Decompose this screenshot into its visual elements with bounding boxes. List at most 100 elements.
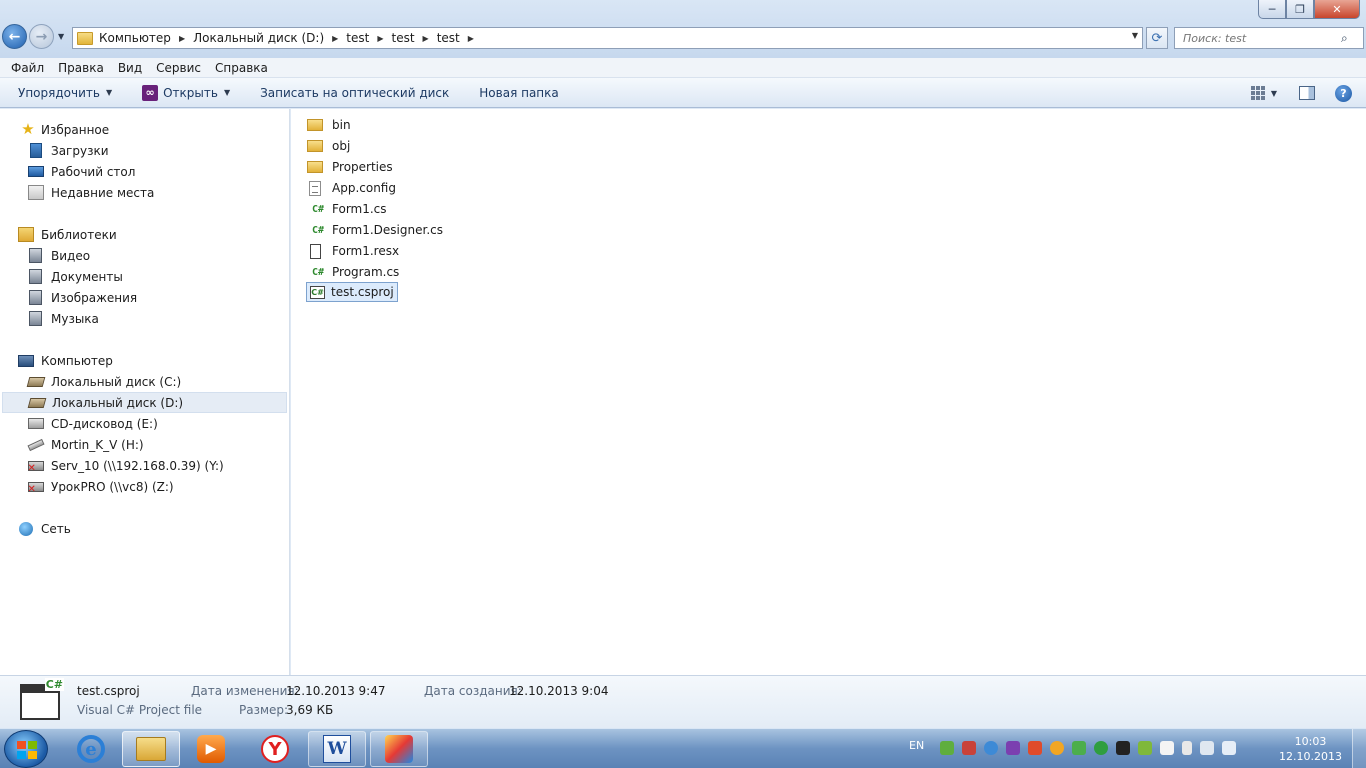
nav-network-drive-y[interactable]: Serv_10 (\\192.168.0.39) (Y:) — [0, 455, 289, 476]
breadcrumb-separator-icon[interactable]: ▶ — [179, 34, 185, 43]
nav-libraries[interactable]: Библиотеки — [0, 224, 289, 245]
new-folder-button[interactable]: Новая папка — [479, 86, 558, 100]
taskbar-internet-explorer[interactable]: e — [62, 731, 120, 767]
list-item[interactable]: Properties — [307, 157, 396, 177]
taskbar-paint[interactable] — [370, 731, 428, 767]
search-input[interactable] — [1175, 31, 1335, 45]
taskbar-media-player[interactable]: ▶ — [182, 731, 240, 767]
minimize-button[interactable]: ─ — [1258, 0, 1286, 19]
start-button[interactable] — [4, 730, 48, 768]
tray-monitor-icon[interactable] — [1116, 741, 1130, 755]
close-button[interactable]: ✕ — [1314, 0, 1360, 19]
view-options-chevron-icon[interactable]: ▼ — [1271, 89, 1277, 98]
video-library-icon — [29, 248, 42, 263]
nav-network[interactable]: Сеть — [0, 518, 289, 539]
taskbar-yandex-browser[interactable]: Y — [246, 731, 304, 767]
refresh-button[interactable]: ⟳ — [1146, 27, 1168, 49]
forward-button[interactable]: → — [29, 24, 54, 49]
csproj-file-icon: C# — [310, 285, 325, 299]
menu-help[interactable]: Справка — [208, 61, 275, 75]
tray-signal-icon[interactable] — [1200, 741, 1214, 755]
menu-file[interactable]: Файл — [4, 61, 51, 75]
help-icon[interactable]: ? — [1335, 84, 1352, 102]
computer-icon — [17, 354, 34, 367]
tray-battery-icon[interactable] — [1182, 741, 1192, 755]
navigation-buttons: ← → ▼ — [2, 24, 64, 49]
nav-recent-places[interactable]: Недавние места — [0, 182, 289, 203]
search-box[interactable]: ⌕ — [1174, 27, 1364, 49]
nav-usb-drive-h[interactable]: Mortin_K_V (H:) — [0, 434, 289, 455]
nav-favorites[interactable]: ★ Избранное — [0, 119, 289, 140]
recent-pages-dropdown[interactable]: ▼ — [58, 32, 64, 41]
tray-volume-icon[interactable] — [1222, 741, 1236, 755]
menu-tools[interactable]: Сервис — [149, 61, 208, 75]
computer-group: Компьютер Локальный диск (C:) Локальный … — [0, 350, 289, 497]
list-item-selected[interactable]: C# test.csproj — [306, 282, 398, 302]
nav-label: Serv_10 (\\192.168.0.39) (Y:) — [51, 458, 224, 473]
clock[interactable]: 10:03 12.10.2013 — [1279, 734, 1342, 764]
breadcrumb-computer[interactable]: Компьютер — [99, 31, 171, 45]
nav-network-drive-z[interactable]: УрокPRO (\\vc8) (Z:) — [0, 476, 289, 497]
nav-music[interactable]: Музыка — [0, 308, 289, 329]
maximize-button[interactable]: ❐ — [1286, 0, 1314, 19]
tray-check-icon[interactable] — [1138, 741, 1152, 755]
nav-drive-c[interactable]: Локальный диск (C:) — [0, 371, 289, 392]
breadcrumb-separator-icon[interactable]: ▶ — [332, 34, 338, 43]
nav-desktop[interactable]: Рабочий стол — [0, 161, 289, 182]
taskbar-explorer[interactable] — [122, 731, 180, 767]
nav-pictures[interactable]: Изображения — [0, 287, 289, 308]
tray-app-icon[interactable] — [1072, 741, 1086, 755]
menu-view[interactable]: Вид — [111, 61, 149, 75]
breadcrumb-separator-icon[interactable]: ▶ — [468, 34, 474, 43]
tray-app-icon[interactable] — [1028, 741, 1042, 755]
hard-drive-icon — [27, 397, 46, 408]
change-view-icon[interactable] — [1250, 86, 1267, 100]
breadcrumb-test-3[interactable]: test — [437, 31, 460, 45]
list-item[interactable]: bin — [307, 115, 354, 135]
list-item[interactable]: C# Program.cs — [307, 262, 402, 282]
nav-drive-d[interactable]: Локальный диск (D:) — [2, 392, 287, 413]
preview-pane-icon[interactable] — [1299, 86, 1315, 100]
csharp-file-icon: C# — [311, 266, 325, 278]
breadcrumb-separator-icon[interactable]: ▶ — [377, 34, 383, 43]
details-created-value[interactable]: 12.10.2013 9:04 — [509, 684, 608, 698]
address-bar[interactable]: Компьютер ▶ Локальный диск (D:) ▶ test ▶… — [72, 27, 1143, 49]
tray-globe-icon[interactable] — [984, 741, 998, 755]
taskbar-word[interactable]: W — [308, 731, 366, 767]
breadcrumb-drive-d[interactable]: Локальный диск (D:) — [193, 31, 324, 45]
command-bar: Упорядочить ▼ ∞ Открыть ▼ Записать на оп… — [0, 78, 1366, 108]
menu-edit[interactable]: Правка — [51, 61, 111, 75]
nav-video[interactable]: Видео — [0, 245, 289, 266]
tray-flag-icon[interactable] — [1160, 741, 1174, 755]
chevron-down-icon: ▼ — [105, 88, 113, 97]
address-dropdown-icon[interactable]: ▼ — [1132, 31, 1138, 40]
search-icon[interactable]: ⌕ — [1341, 31, 1348, 46]
breadcrumb-separator-icon[interactable]: ▶ — [423, 34, 429, 43]
tray-app-icon[interactable] — [1006, 741, 1020, 755]
list-item[interactable]: App.config — [307, 178, 399, 198]
tray-security-icon[interactable] — [940, 741, 954, 755]
nav-computer[interactable]: Компьютер — [0, 350, 289, 371]
organize-button[interactable]: Упорядочить ▼ — [18, 86, 112, 100]
tray-sync-icon[interactable] — [1094, 741, 1108, 755]
nav-downloads[interactable]: Загрузки — [0, 140, 289, 161]
breadcrumb-test-1[interactable]: test — [346, 31, 369, 45]
folder-icon — [307, 119, 323, 131]
list-item[interactable]: obj — [307, 136, 353, 156]
breadcrumb-test-2[interactable]: test — [392, 31, 415, 45]
details-modified-value[interactable]: 12.10.2013 9:47 — [286, 684, 385, 698]
chevron-down-icon[interactable]: ▼ — [224, 88, 230, 97]
tray-update-icon[interactable] — [1050, 741, 1064, 755]
yandex-browser-icon: Y — [261, 735, 289, 763]
language-indicator[interactable]: EN — [909, 739, 924, 752]
list-item[interactable]: C# Form1.Designer.cs — [307, 220, 446, 240]
nav-cd-drive-e[interactable]: CD-дисковод (E:) — [0, 413, 289, 434]
open-button[interactable]: ∞ Открыть ▼ — [142, 84, 230, 101]
list-item[interactable]: Form1.resx — [307, 241, 402, 261]
list-item[interactable]: C# Form1.cs — [307, 199, 390, 219]
tray-app-icon[interactable] — [962, 741, 976, 755]
nav-documents[interactable]: Документы — [0, 266, 289, 287]
back-button[interactable]: ← — [2, 24, 27, 49]
show-desktop-button[interactable] — [1352, 729, 1366, 768]
burn-button[interactable]: Записать на оптический диск — [260, 86, 449, 100]
